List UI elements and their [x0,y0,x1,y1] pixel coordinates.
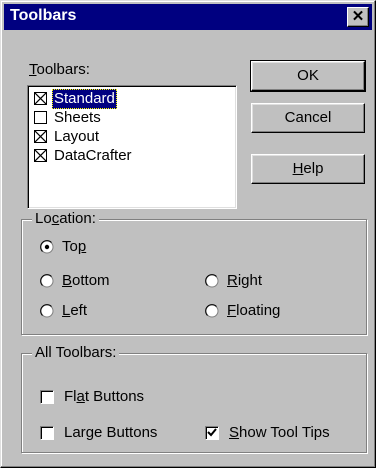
tooltips-mnemonic: S [229,424,240,441]
all-toolbars-group: All Toolbars: Flat Buttons Large Buttons… [21,344,367,453]
radio-left[interactable] [40,304,54,318]
help-label-rest: elp [303,160,324,177]
toolbars-list-label: Toolbars: [29,61,90,78]
check-x-icon [35,93,46,104]
radio-right[interactable] [205,274,219,288]
show-tooltips-label: Show Tool Tips [229,423,330,443]
right-rest: ight [237,272,263,289]
flat-post: t Buttons [84,388,145,405]
list-item-label: DataCrafter [54,147,132,164]
radio-right-label: Right [227,271,262,291]
large-buttons-checkbox[interactable] [40,426,54,440]
help-button[interactable]: Help [251,154,365,184]
checkmark-icon [207,428,217,437]
close-button[interactable]: ✕ [347,7,369,27]
checkbox-datacrafter[interactable] [34,149,47,162]
toolbars-label-rest: oolbars: [36,61,90,78]
toolbars-listbox[interactable]: Standard Sheets Layout DataCrafter [27,85,237,209]
show-tooltips-checkbox[interactable] [205,426,219,440]
radio-top[interactable] [40,240,54,254]
toolbars-label-mnemonic: T [29,61,37,78]
flat-pre: Fl [64,388,77,405]
large-pre: Lar [64,424,86,441]
check-x-icon [35,131,46,142]
checkbox-standard[interactable] [34,92,47,105]
location-group: Location: Top Bottom Left Right Floating [21,210,367,335]
left-rest: eft [70,302,88,319]
location-title-pre: Lo [35,210,52,227]
radio-left-label: Left [62,301,87,321]
bottom-rest: ottom [72,272,110,289]
location-group-title: Location: [32,210,99,228]
toolbars-dialog: Toolbars ✕ Toolbars: Standard Sheets Lay… [0,0,376,468]
location-title-post: ation: [59,210,96,227]
top-mnemonic: p [77,238,87,255]
large-mnemonic: g [85,424,95,441]
all-toolbars-group-title: All Toolbars: [32,344,120,362]
large-buttons-label: Large Buttons [64,423,157,443]
right-mnemonic: R [227,272,238,289]
checkbox-sheets[interactable] [34,111,47,124]
bottom-mnemonic: B [62,272,73,289]
list-item-label: Standard [52,89,117,109]
radio-bottom-label: Bottom [62,271,110,291]
help-mnemonic: H [292,160,304,177]
radio-floating-label: Floating [227,301,280,321]
check-x-icon [35,150,46,161]
title-bar[interactable]: Toolbars ✕ [4,4,372,30]
cancel-button[interactable]: Cancel [251,103,365,133]
large-post: e Buttons [94,424,158,441]
checkbox-layout[interactable] [34,130,47,143]
radio-bottom[interactable] [40,274,54,288]
window-title: Toolbars [10,7,77,24]
tooltips-post: how Tool Tips [239,424,330,441]
flat-buttons-checkbox[interactable] [40,390,54,404]
floating-mnemonic: F [227,302,237,319]
flat-buttons-label: Flat Buttons [64,387,144,407]
top-pre: To [62,238,78,255]
list-item-label: Sheets [54,109,101,126]
radio-floating[interactable] [205,304,219,318]
floating-rest: loating [236,302,281,319]
flat-mnemonic: a [76,388,85,405]
ok-button[interactable]: OK [250,60,366,92]
list-item-label: Layout [54,128,100,145]
radio-top-label: Top [62,237,86,257]
